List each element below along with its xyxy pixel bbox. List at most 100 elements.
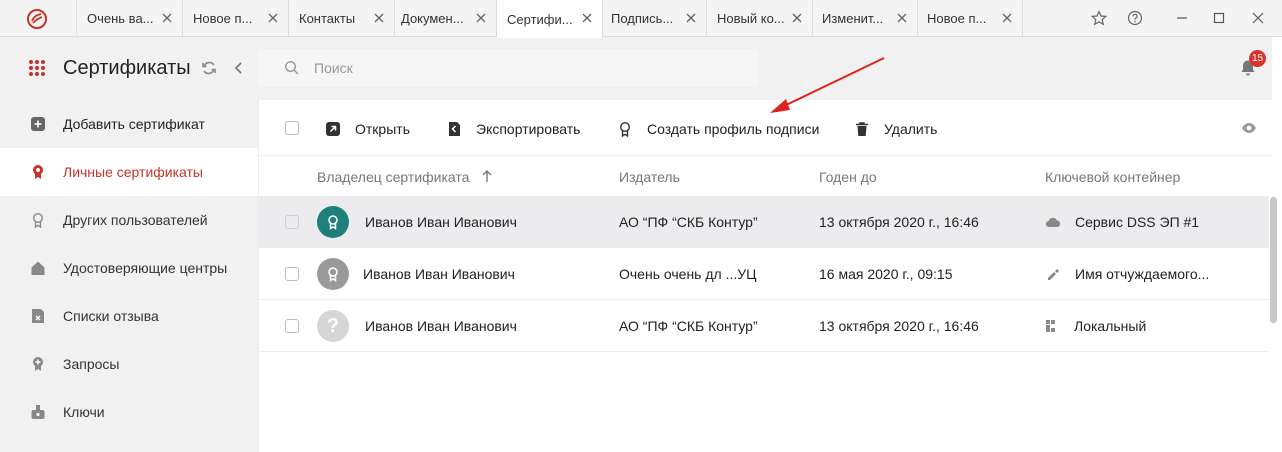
export-button[interactable]: Экспортировать xyxy=(446,120,580,138)
tab-bar: Очень ва... Новое п... Контакты Докумен.… xyxy=(0,0,1282,38)
tab-label: Новое п... xyxy=(927,11,987,26)
close-icon[interactable] xyxy=(580,11,594,25)
close-icon[interactable] xyxy=(895,11,909,25)
column-header-owner[interactable]: Владелец сертификата xyxy=(317,169,469,185)
local-storage-icon xyxy=(1046,320,1055,332)
tab-label: Подпись... xyxy=(611,11,674,26)
export-icon xyxy=(449,122,460,136)
tab-9[interactable]: Новое п... xyxy=(917,0,1023,37)
key-container-cell: Сервис DSS ЭП #1 xyxy=(1075,214,1200,230)
tab-6[interactable]: Подпись... xyxy=(601,0,707,37)
column-header-issuer[interactable]: Издатель xyxy=(619,169,680,185)
row-checkbox[interactable] xyxy=(285,215,299,229)
tab-label: Новый ко... xyxy=(717,11,785,26)
tab-1[interactable]: Очень ва... xyxy=(77,0,183,37)
open-button[interactable]: Открыть xyxy=(325,120,410,138)
close-icon[interactable] xyxy=(372,11,386,25)
toolbar: Открыть Экспортировать Создать профиль п… xyxy=(259,100,1273,156)
sidebar-item-label: Других пользователей xyxy=(63,212,208,228)
owner-cell: Иванов Иван Иванович xyxy=(363,266,515,282)
close-icon[interactable] xyxy=(790,11,804,25)
minimize-button[interactable] xyxy=(1173,9,1191,27)
key-container-cell: Локальный xyxy=(1074,318,1147,334)
sidebar-item-other-users[interactable]: Других пользователей xyxy=(0,196,258,244)
close-icon[interactable] xyxy=(160,11,174,25)
page-title: Сертификаты xyxy=(63,57,191,79)
sidebar-item-keys[interactable]: Ключи xyxy=(0,388,258,436)
close-icon[interactable] xyxy=(684,11,698,25)
arrow-up-icon[interactable] xyxy=(481,169,493,183)
tab-4[interactable]: Докумен... xyxy=(391,0,497,37)
request-icon xyxy=(33,357,43,371)
close-icon xyxy=(1252,12,1264,24)
badge-outline-icon xyxy=(619,121,631,137)
usb-token-icon xyxy=(1048,269,1059,280)
revocation-list-icon xyxy=(32,309,44,323)
sidebar-item-add-certificate[interactable]: Добавить сертификат xyxy=(0,100,258,148)
badge-icon xyxy=(33,165,43,179)
row-checkbox[interactable] xyxy=(285,319,299,333)
search-input[interactable] xyxy=(314,60,714,76)
tab-label: Сертифи... xyxy=(507,11,573,27)
sidebar-item-certification-centers[interactable]: Удостоверяющие центры xyxy=(0,244,258,292)
select-all-checkbox[interactable] xyxy=(285,121,299,135)
search-icon xyxy=(284,60,299,75)
table-row[interactable]: Иванов Иван Иванович АО “ПФ “СКБ Контур”… xyxy=(259,196,1269,248)
maximize-icon xyxy=(1213,12,1225,24)
unknown-avatar-icon: ? xyxy=(317,310,349,342)
table-row[interactable]: Иванов Иван Иванович Очень очень дл ...У… xyxy=(259,248,1269,300)
refresh-icon[interactable] xyxy=(200,59,218,77)
star-icon xyxy=(1091,10,1107,26)
eye-icon[interactable] xyxy=(1241,121,1257,135)
tab-3[interactable]: Контакты xyxy=(289,0,395,37)
home-icon xyxy=(31,261,45,275)
table-header: Владелец сертификата Издатель Годен до К… xyxy=(259,156,1273,196)
create-signature-profile-button[interactable]: Создать профиль подписи xyxy=(617,120,819,138)
certificate-avatar-icon xyxy=(317,206,349,238)
help-button[interactable] xyxy=(1126,9,1144,27)
app-logo-icon xyxy=(27,8,47,29)
valid-until-cell: 13 октября 2020 г., 16:46 xyxy=(819,214,979,230)
favorite-button[interactable] xyxy=(1090,9,1108,27)
close-icon[interactable] xyxy=(1000,11,1014,25)
tab-label: Очень ва... xyxy=(87,11,154,26)
open-external-icon xyxy=(326,122,340,136)
chevron-left-icon[interactable] xyxy=(232,60,246,76)
key-icon xyxy=(31,405,45,419)
app-logo[interactable] xyxy=(0,0,77,37)
issuer-cell: АО “ПФ “СКБ Контур” xyxy=(619,214,758,230)
tab-7[interactable]: Новый ко... xyxy=(707,0,813,37)
sidebar-item-label: Запросы xyxy=(63,356,120,372)
issuer-cell: Очень очень дл ...УЦ xyxy=(619,266,757,282)
valid-until-cell: 16 мая 2020 г., 09:15 xyxy=(819,266,953,282)
tab-8[interactable]: Изменит... xyxy=(812,0,918,37)
search-box[interactable] xyxy=(258,49,758,87)
close-window-button[interactable] xyxy=(1249,9,1267,27)
sidebar-item-label: Удостоверяющие центры xyxy=(63,260,228,276)
close-icon[interactable] xyxy=(474,11,488,25)
sidebar-item-personal-certificates[interactable]: Личные сертификаты xyxy=(0,148,258,196)
certificate-avatar-icon xyxy=(317,258,349,290)
column-header-valid-until[interactable]: Годен до xyxy=(819,169,877,185)
valid-until-cell: 13 октября 2020 г., 16:46 xyxy=(819,318,979,334)
column-header-key-container[interactable]: Ключевой контейнер xyxy=(1045,169,1180,185)
sidebar-item-requests[interactable]: Запросы xyxy=(0,340,258,388)
table-row[interactable]: ? Иванов Иван Иванович АО “ПФ “СКБ Конту… xyxy=(259,300,1269,352)
tab-2[interactable]: Новое п... xyxy=(183,0,289,37)
owner-cell: Иванов Иван Иванович xyxy=(365,318,517,334)
row-checkbox[interactable] xyxy=(285,267,299,281)
delete-button[interactable]: Удалить xyxy=(854,120,937,138)
maximize-button[interactable] xyxy=(1210,9,1228,27)
apps-grid-icon[interactable] xyxy=(28,59,46,77)
badge-outline-icon xyxy=(32,212,44,228)
sidebar-item-label: Ключи xyxy=(63,404,105,420)
close-icon[interactable] xyxy=(266,11,280,25)
tab-5-active[interactable]: Сертифи... xyxy=(497,0,603,38)
scrollbar-thumb[interactable] xyxy=(1270,197,1277,323)
tab-label: Докумен... xyxy=(401,11,464,26)
sidebar-item-revocation-lists[interactable]: Списки отзыва xyxy=(0,292,258,340)
key-container-cell: Имя отчуждаемого... xyxy=(1075,266,1210,282)
cloud-icon xyxy=(1045,217,1061,228)
owner-cell: Иванов Иван Иванович xyxy=(365,214,517,230)
sidebar: Добавить сертификат Личные сертификаты Д… xyxy=(0,100,258,452)
